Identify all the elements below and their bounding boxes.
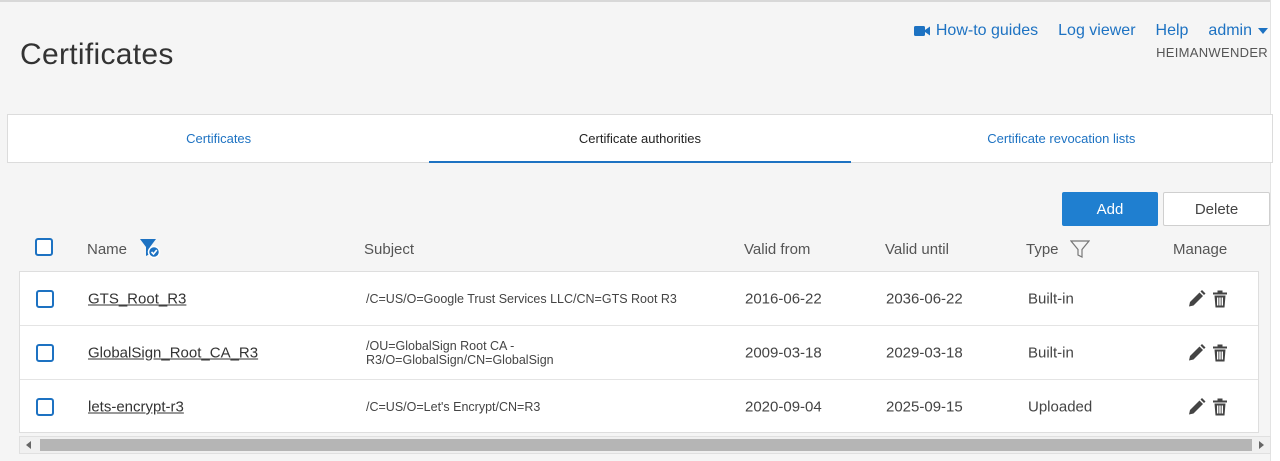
pencil-icon[interactable] xyxy=(1187,343,1206,362)
video-camera-icon xyxy=(913,25,930,37)
column-header-subject: Subject xyxy=(364,241,415,258)
row-checkbox[interactable] xyxy=(36,343,54,362)
column-header-valid-from: Valid from xyxy=(744,241,811,258)
help-link[interactable]: Help xyxy=(1156,22,1189,40)
certificate-name-link[interactable]: GTS_Root_R3 xyxy=(88,290,186,307)
filter-active-icon[interactable] xyxy=(139,237,161,263)
valid-from-cell: 2016-06-22 xyxy=(745,290,822,307)
tab-certificate-authorities[interactable]: Certificate authorities xyxy=(429,115,851,163)
add-button[interactable]: Add xyxy=(1062,192,1158,226)
certificate-subject: /C=US/O=Let's Encrypt/CN=R3 xyxy=(366,400,541,414)
select-all-checkbox[interactable] xyxy=(35,238,53,256)
column-header-name[interactable]: Name xyxy=(87,241,127,258)
top-nav: How-to guides Log viewer Help admin xyxy=(913,22,1268,40)
row-checkbox[interactable] xyxy=(36,398,54,416)
type-cell: Built-in xyxy=(1028,344,1074,361)
delete-button[interactable]: Delete xyxy=(1163,192,1270,226)
certificate-name-link[interactable]: lets-encrypt-r3 xyxy=(88,399,184,416)
table-row: GTS_Root_R3 /C=US/O=Google Trust Service… xyxy=(20,272,1258,326)
log-viewer-link[interactable]: Log viewer xyxy=(1058,22,1135,40)
certificate-subject: /C=US/O=Google Trust Services LLC/CN=GTS… xyxy=(366,291,677,306)
pencil-icon[interactable] xyxy=(1187,289,1206,308)
valid-from-cell: 2009-03-18 xyxy=(745,344,822,361)
user-menu[interactable]: admin xyxy=(1208,22,1268,40)
valid-from-cell: 2020-09-04 xyxy=(745,398,822,416)
page-title: Certificates xyxy=(20,38,174,72)
valid-until-cell: 2025-09-15 xyxy=(886,398,963,416)
trash-icon[interactable] xyxy=(1212,289,1228,308)
valid-until-cell: 2029-03-18 xyxy=(886,344,963,361)
host-name: HEIMANWENDER xyxy=(1156,45,1268,60)
tab-certificates[interactable]: Certificates xyxy=(8,115,429,162)
table-header: Name Subject Valid from Valid until Type… xyxy=(19,232,1259,268)
valid-until-cell: 2036-06-22 xyxy=(886,290,963,307)
caret-down-icon xyxy=(1258,28,1268,34)
scroll-left-arrow-icon[interactable] xyxy=(20,437,38,453)
top-border xyxy=(0,0,1280,2)
page-scrollbar[interactable] xyxy=(1270,0,1280,461)
column-header-manage: Manage xyxy=(1173,241,1228,258)
tab-certificate-revocation-lists[interactable]: Certificate revocation lists xyxy=(851,115,1272,162)
column-header-valid-until: Valid until xyxy=(885,241,949,258)
certificate-subject: /OU=GlobalSign Root CA - R3/O=GlobalSign… xyxy=(366,338,554,367)
certificate-name-link[interactable]: GlobalSign_Root_CA_R3 xyxy=(88,344,258,361)
howto-guides-label: How-to guides xyxy=(935,22,1039,39)
row-checkbox[interactable] xyxy=(36,289,54,308)
type-cell: Uploaded xyxy=(1028,398,1093,416)
howto-guides-link[interactable]: How-to guides xyxy=(913,22,1039,40)
table-row: lets-encrypt-r3 /C=US/O=Let's Encrypt/CN… xyxy=(20,380,1258,434)
trash-icon[interactable] xyxy=(1212,398,1228,417)
tab-bar: Certificates Certificate authorities Cer… xyxy=(7,114,1273,163)
scrollbar-thumb[interactable] xyxy=(40,439,1252,451)
type-cell: Built-in xyxy=(1028,290,1074,307)
filter-icon[interactable] xyxy=(1069,240,1091,263)
horizontal-scrollbar[interactable] xyxy=(19,436,1271,454)
column-header-type[interactable]: Type xyxy=(1026,241,1059,258)
trash-icon[interactable] xyxy=(1212,343,1228,362)
table-row: GlobalSign_Root_CA_R3 /OU=GlobalSign Roo… xyxy=(20,326,1258,380)
user-menu-label: admin xyxy=(1208,22,1252,39)
scroll-right-arrow-icon[interactable] xyxy=(1252,437,1270,453)
certificate-table: GTS_Root_R3 /C=US/O=Google Trust Service… xyxy=(19,271,1259,433)
pencil-icon[interactable] xyxy=(1187,398,1206,417)
